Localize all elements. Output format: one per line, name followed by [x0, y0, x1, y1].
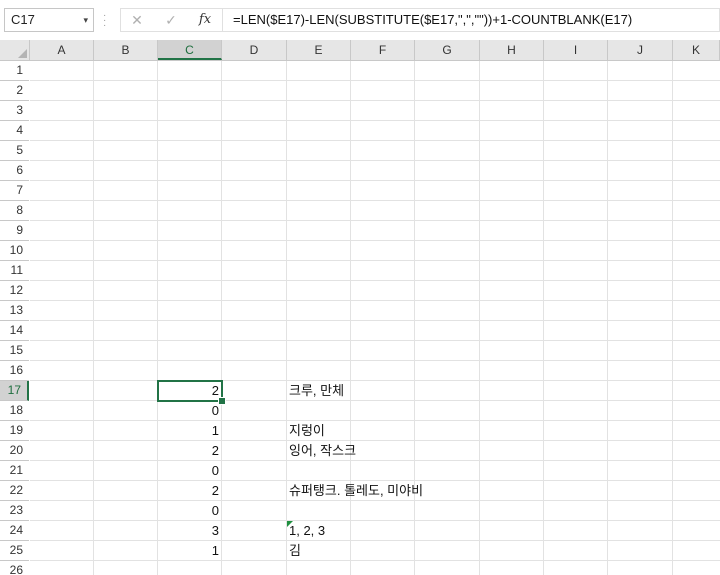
enter-icon[interactable]: ✓ — [157, 9, 185, 31]
row-header-10[interactable]: 10 — [0, 241, 29, 261]
column-header-d[interactable]: D — [222, 40, 287, 60]
formula-bar-resize-handle[interactable]: · · · — [103, 11, 106, 31]
formula-bar: C17 ▾ · · · ✕ ✓ fx =LEN($E17)-LEN(SUBSTITU… — [0, 0, 720, 41]
row-header-13[interactable]: 13 — [0, 301, 29, 321]
cell-e22[interactable]: 슈퍼탱크. 톨레도, 미야비 — [287, 481, 507, 500]
cell-c19[interactable]: 1 — [158, 421, 222, 440]
worksheet-grid: A B C D E F G H I J K 1 2 3 4 5 6 7 8 9 … — [0, 40, 720, 575]
cell-c25[interactable]: 1 — [158, 541, 222, 560]
gridline — [30, 120, 720, 121]
gridline — [30, 100, 720, 101]
column-header-e[interactable]: E — [287, 40, 351, 60]
row-header-15[interactable]: 15 — [0, 341, 29, 361]
cell-c23[interactable]: 0 — [158, 501, 222, 520]
cell-e25[interactable]: 김 — [287, 541, 487, 560]
gridline — [30, 220, 720, 221]
row-header-21[interactable]: 21 — [0, 461, 29, 481]
column-header-k[interactable]: K — [673, 40, 720, 60]
cell-e19[interactable]: 지렁이 — [287, 421, 487, 440]
row-header-23[interactable]: 23 — [0, 501, 29, 521]
gridline — [30, 460, 720, 461]
row-header-22[interactable]: 22 — [0, 481, 29, 501]
row-header-8[interactable]: 8 — [0, 201, 29, 221]
row-header-17[interactable]: 17 — [0, 381, 29, 401]
gridline — [30, 360, 720, 361]
row-header-24[interactable]: 24 — [0, 521, 29, 541]
cell-e20[interactable]: 잉어, 작스크 — [287, 441, 487, 460]
row-header-16[interactable]: 16 — [0, 361, 29, 381]
row-header-4[interactable]: 4 — [0, 121, 29, 141]
fill-handle[interactable] — [218, 397, 226, 405]
gridline — [607, 61, 608, 575]
row-header-14[interactable]: 14 — [0, 321, 29, 341]
column-headers: A B C D E F G H I J K — [30, 40, 720, 61]
select-all-triangle-icon — [18, 49, 27, 58]
gridline — [30, 300, 720, 301]
row-header-6[interactable]: 6 — [0, 161, 29, 181]
row-header-19[interactable]: 19 — [0, 421, 29, 441]
gridline — [672, 61, 673, 575]
column-header-g[interactable]: G — [415, 40, 480, 60]
column-header-a[interactable]: A — [30, 40, 94, 60]
gridline — [30, 500, 720, 501]
cell-c24[interactable]: 3 — [158, 521, 222, 540]
column-header-h[interactable]: H — [480, 40, 544, 60]
row-header-18[interactable]: 18 — [0, 401, 29, 421]
gridline — [93, 61, 94, 575]
row-header-3[interactable]: 3 — [0, 101, 29, 121]
cell-c22[interactable]: 2 — [158, 481, 222, 500]
gridline — [30, 160, 720, 161]
row-header-7[interactable]: 7 — [0, 181, 29, 201]
row-header-11[interactable]: 11 — [0, 261, 29, 281]
gridline — [30, 340, 720, 341]
name-box-dropdown-icon[interactable]: ▾ — [83, 9, 88, 31]
row-header-12[interactable]: 12 — [0, 281, 29, 301]
insert-function-icon[interactable]: fx — [191, 9, 219, 31]
formula-buttons: ✕ ✓ fx — [120, 8, 222, 32]
column-header-c[interactable]: C — [158, 40, 222, 60]
row-header-26[interactable]: 26 — [0, 561, 29, 575]
row-header-5[interactable]: 5 — [0, 141, 29, 161]
column-header-i[interactable]: I — [544, 40, 608, 60]
cell-c21[interactable]: 0 — [158, 461, 222, 480]
column-header-b[interactable]: B — [94, 40, 158, 60]
gridline — [30, 560, 720, 561]
gridline — [30, 280, 720, 281]
select-all-button[interactable] — [0, 40, 30, 61]
gridline — [543, 61, 544, 575]
gridline — [30, 320, 720, 321]
gridline — [30, 200, 720, 201]
cell-e17[interactable]: 크루, 만체 — [287, 381, 487, 400]
cell-c20[interactable]: 2 — [158, 441, 222, 460]
row-header-9[interactable]: 9 — [0, 221, 29, 241]
row-header-1[interactable]: 1 — [0, 61, 29, 81]
gridline — [30, 140, 720, 141]
active-cell-border — [157, 380, 223, 402]
gridline — [30, 400, 720, 401]
cancel-icon[interactable]: ✕ — [123, 9, 151, 31]
gridline — [30, 180, 720, 181]
cell-area[interactable]: 2 크루, 만체 0 1 지렁이 2 잉어, 작스크 0 2 슈퍼탱크. 톨레도… — [30, 61, 720, 575]
cell-c18[interactable]: 0 — [158, 401, 222, 420]
gridline — [30, 260, 720, 261]
row-header-25[interactable]: 25 — [0, 541, 29, 561]
cell-e24[interactable]: 1, 2, 3 — [287, 521, 487, 540]
name-box-value: C17 — [11, 12, 35, 27]
gridline — [30, 240, 720, 241]
column-header-f[interactable]: F — [351, 40, 415, 60]
name-box[interactable]: C17 ▾ — [4, 8, 94, 32]
formula-input[interactable]: =LEN($E17)-LEN(SUBSTITUTE($E17,",",""))+… — [222, 8, 720, 32]
row-header-20[interactable]: 20 — [0, 441, 29, 461]
column-header-j[interactable]: J — [608, 40, 673, 60]
row-header-2[interactable]: 2 — [0, 81, 29, 101]
gridline — [30, 80, 720, 81]
